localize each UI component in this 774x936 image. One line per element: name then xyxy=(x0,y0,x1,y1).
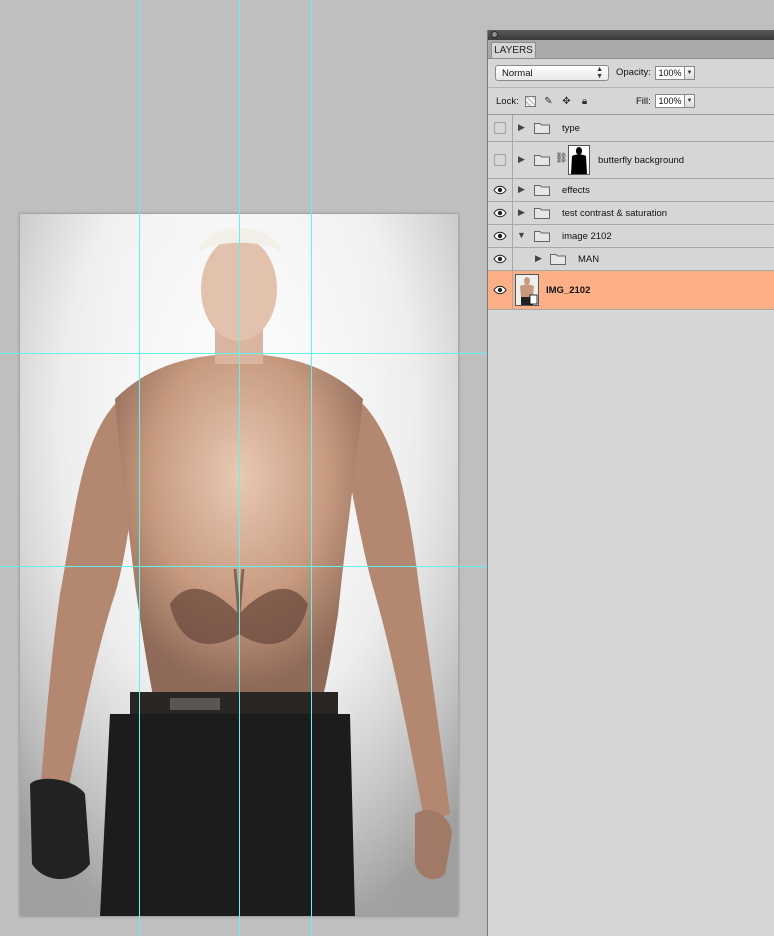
horizontal-guide[interactable] xyxy=(0,566,487,567)
mask-link-icon[interactable]: ⛓ xyxy=(555,153,568,164)
lock-all-icon[interactable]: 🔒︎ xyxy=(579,96,590,107)
eye-icon[interactable] xyxy=(493,285,507,295)
folder-icon xyxy=(534,185,550,196)
folder-icon xyxy=(534,155,550,166)
layer-thumbnail[interactable] xyxy=(515,274,539,306)
visibility-cell[interactable] xyxy=(488,271,513,309)
layer-name: butterfly background xyxy=(598,155,685,166)
blend-opacity-row: Normal ▲ ▼ Opacity: 100% ▼ xyxy=(488,59,774,88)
expand-triangle-icon[interactable]: ▶ xyxy=(518,154,525,165)
layer-name: IMG_2102 xyxy=(546,285,591,296)
photo-thumbnail-icon xyxy=(516,275,538,305)
close-panel-icon[interactable] xyxy=(491,31,498,38)
panel-tab-row: LAYERS xyxy=(488,40,774,59)
vertical-guide[interactable] xyxy=(139,0,140,936)
fill-input[interactable]: 100% xyxy=(655,94,685,108)
layer-name: image 2102 xyxy=(562,231,612,242)
panel-titlebar[interactable] xyxy=(488,30,774,40)
layer-name: MAN xyxy=(578,254,600,265)
lock-fill-row: Lock: ✎ ✥ 🔒︎ Fill: 100% ▼ xyxy=(488,88,774,115)
visibility-cell[interactable] xyxy=(488,202,513,224)
opacity-input[interactable]: 100% xyxy=(655,66,685,80)
visibility-off-box[interactable] xyxy=(494,154,506,166)
fill-label: Fill: xyxy=(636,96,651,107)
tab-layers[interactable]: LAYERS xyxy=(491,42,536,58)
lock-transparent-icon[interactable] xyxy=(525,96,536,107)
folder-icon xyxy=(534,123,550,134)
layer-row-type[interactable]: ▶ type xyxy=(488,115,774,142)
eye-icon[interactable] xyxy=(493,231,507,241)
expand-triangle-icon[interactable]: ▶ xyxy=(518,207,525,218)
folder-icon xyxy=(550,254,566,265)
folder-icon xyxy=(534,208,550,219)
layer-name: type xyxy=(562,123,580,134)
lock-brush-icon[interactable]: ✎ xyxy=(543,96,554,107)
layers-panel: LAYERS Normal ▲ ▼ Opacity: 100% ▼ Lock: ✎… xyxy=(487,30,774,936)
eye-icon[interactable] xyxy=(493,185,507,195)
lock-label: Lock: xyxy=(496,96,519,107)
expand-triangle-icon[interactable]: ▶ xyxy=(518,122,525,133)
layer-row-butterfly-background[interactable]: ▶ ⛓ butterfly background xyxy=(488,142,774,179)
visibility-cell[interactable] xyxy=(488,248,513,270)
layer-mask-thumbnail[interactable] xyxy=(568,145,590,175)
visibility-cell[interactable] xyxy=(488,142,513,178)
layer-row-test-contrast-saturation[interactable]: ▶ test contrast & saturation xyxy=(488,202,774,225)
silhouette-icon xyxy=(571,147,587,174)
vertical-guide[interactable] xyxy=(239,0,240,936)
layer-row-man[interactable]: ▶ MAN xyxy=(488,248,774,271)
layer-row-effects[interactable]: ▶ effects xyxy=(488,179,774,202)
visibility-cell[interactable] xyxy=(488,115,513,141)
collapse-triangle-icon[interactable]: ▼ xyxy=(517,230,526,240)
opacity-label: Opacity: xyxy=(616,67,651,78)
expand-triangle-icon[interactable]: ▶ xyxy=(518,184,525,195)
expand-triangle-icon[interactable]: ▶ xyxy=(535,253,542,264)
select-arrows-icon: ▲ ▼ xyxy=(596,66,603,80)
lock-move-icon[interactable]: ✥ xyxy=(561,96,572,107)
layer-row-image-2102[interactable]: ▼ image 2102 xyxy=(488,225,774,248)
layer-row-img-2102[interactable]: IMG_2102 xyxy=(488,271,774,310)
layer-name: effects xyxy=(562,185,590,196)
blend-mode-select[interactable]: Normal ▲ ▼ xyxy=(495,65,609,81)
vertical-guide[interactable] xyxy=(311,0,312,936)
visibility-off-box[interactable] xyxy=(494,122,506,134)
horizontal-guide[interactable] xyxy=(0,353,487,354)
blend-mode-value: Normal xyxy=(502,68,533,79)
visibility-cell[interactable] xyxy=(488,179,513,201)
layers-list: ▶ type ▶ ⛓ butterfly background ▶ effect… xyxy=(488,115,774,310)
fill-dropdown-icon[interactable]: ▼ xyxy=(685,94,695,108)
eye-icon[interactable] xyxy=(493,208,507,218)
opacity-dropdown-icon[interactable]: ▼ xyxy=(685,66,695,80)
eye-icon[interactable] xyxy=(493,254,507,264)
layer-name: test contrast & saturation xyxy=(562,208,668,219)
folder-open-icon xyxy=(534,231,550,242)
visibility-cell[interactable] xyxy=(488,225,513,247)
